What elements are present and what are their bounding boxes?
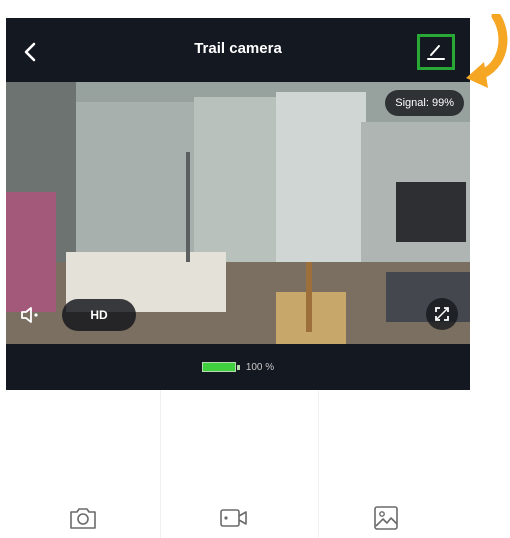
fullscreen-icon [435, 307, 449, 321]
battery-indicator: 100 % [201, 361, 275, 373]
live-video-feed[interactable]: Signal: 99% HD [6, 82, 470, 344]
edit-button[interactable] [417, 34, 455, 70]
video-record-icon [220, 509, 247, 527]
signal-strength-badge: Signal: 99% [385, 90, 464, 116]
camera-icon [70, 508, 96, 529]
gallery-icon [374, 506, 398, 530]
record-video-button[interactable] [214, 498, 254, 538]
hd-quality-toggle[interactable]: HD [62, 299, 136, 331]
snapshot-button[interactable] [63, 498, 103, 538]
battery-level-fill [202, 363, 235, 371]
page-title: Trail camera [194, 40, 282, 57]
gallery-button[interactable] [366, 498, 406, 538]
status-bar: 100 % [6, 344, 470, 390]
battery-percentage: 100 % [245, 361, 275, 373]
curved-arrow-annotation [466, 14, 508, 88]
top-navigation-bar: Trail camera [6, 18, 470, 82]
bottom-action-bar [0, 498, 510, 538]
battery-icon [201, 362, 236, 372]
pencil-icon [427, 45, 445, 60]
fullscreen-button[interactable] [426, 298, 458, 330]
speaker-mute-icon [21, 307, 38, 323]
mute-button[interactable] [16, 300, 46, 330]
battery-tip [236, 364, 240, 370]
camera-screen: Trail camera Signal: 99% HD 100 % [6, 18, 470, 390]
